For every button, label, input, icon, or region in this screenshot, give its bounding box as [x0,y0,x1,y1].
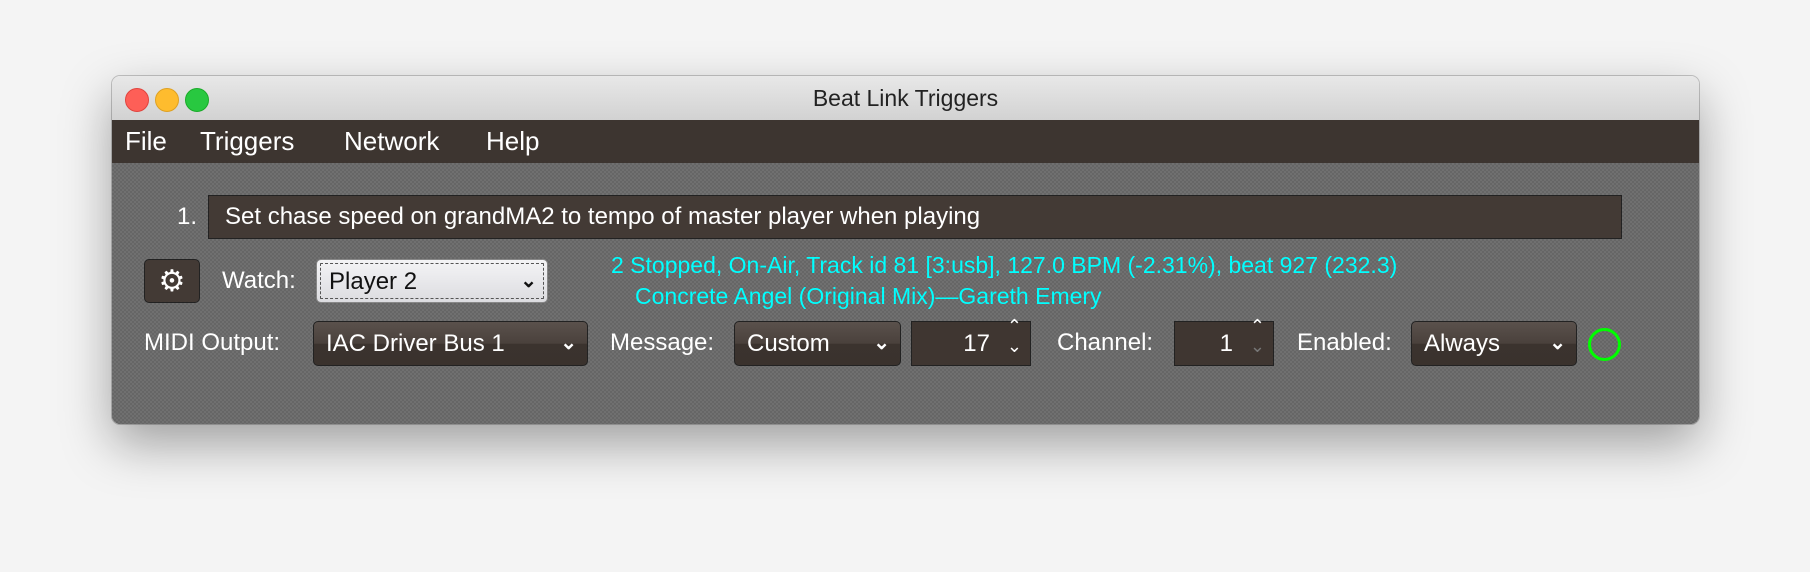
enabled-label: Enabled: [1297,329,1392,356]
trigger-index: 1. [177,203,198,230]
gear-button[interactable]: ⚙ [144,259,200,303]
trigger-panel: 1. Set chase speed on grandMA2 to tempo … [112,163,1699,424]
channel-spinner[interactable]: 1 ⌃ ⌄ [1174,316,1274,366]
spinner-arrows-icon[interactable]: ⌃ ⌄ [1250,316,1265,356]
enabled-select[interactable]: Always ⌄ [1411,321,1577,366]
menu-file[interactable]: File [125,120,167,163]
chevron-down-icon: ⌄ [560,332,577,354]
trigger-state-indicator [1588,328,1621,361]
watch-label: Watch: [222,267,296,294]
gear-icon: ⚙ [158,264,186,298]
menu-network[interactable]: Network [344,120,439,163]
app-window: Beat Link Triggers File Triggers Network… [112,76,1699,424]
note-value: 17 [963,330,990,357]
note-spinner[interactable]: 17 ⌃ ⌄ [911,316,1031,366]
midi-output-select[interactable]: IAC Driver Bus 1 ⌄ [313,321,588,366]
menu-bar: File Triggers Network Help [112,120,1699,163]
menu-help[interactable]: Help [486,120,539,163]
title-bar: Beat Link Triggers [112,76,1699,121]
enabled-value: Always [1424,330,1501,357]
midi-output-value: IAC Driver Bus 1 [326,330,505,357]
message-select[interactable]: Custom ⌄ [734,321,901,366]
watch-select[interactable]: Player 2 ⌄ [316,259,548,303]
channel-value: 1 [1219,330,1233,357]
spinner-arrows-icon[interactable]: ⌃ ⌄ [1007,316,1022,356]
menu-triggers[interactable]: Triggers [200,120,294,163]
midi-output-label: MIDI Output: [144,329,281,356]
chevron-down-icon: ⌄ [520,270,537,292]
channel-label: Channel: [1057,329,1154,356]
watch-value: Player 2 [329,268,418,295]
player-status: 2 Stopped, On-Air, Track id 81 [3:usb], … [611,252,1398,278]
message-value: Custom [747,330,830,357]
chevron-down-icon: ⌄ [1549,332,1566,354]
window-title: Beat Link Triggers [812,85,999,111]
track-info: Concrete Angel (Original Mix)—Gareth Eme… [635,283,1102,309]
message-label: Message: [610,329,715,356]
chevron-down-icon: ⌄ [873,332,890,354]
comment-field[interactable]: Set chase speed on grandMA2 to tempo of … [208,195,1622,239]
